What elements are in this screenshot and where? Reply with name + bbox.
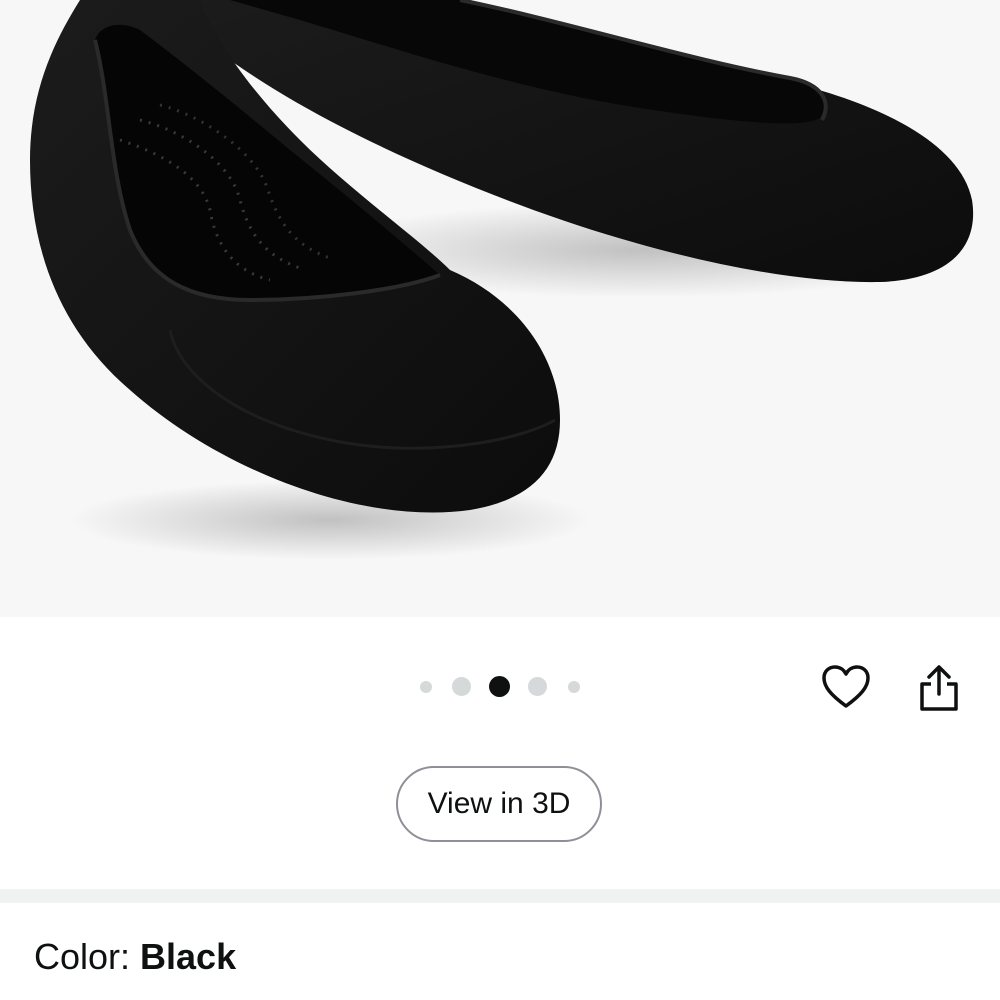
pagination-dot[interactable] [452, 677, 471, 696]
product-image[interactable] [0, 0, 1000, 617]
view-in-3d-label: View in 3D [427, 787, 571, 820]
wishlist-button[interactable] [818, 660, 874, 714]
pagination-dot[interactable] [568, 681, 580, 693]
share-icon [920, 665, 958, 711]
color-label: Color: [34, 936, 141, 977]
color-selection-label: Color: Black [34, 932, 236, 982]
pagination-dot-active[interactable] [489, 676, 510, 697]
shoe-illustration [30, 0, 974, 560]
color-value: Black [140, 936, 237, 977]
view-in-3d-button[interactable]: View in 3D [396, 766, 602, 842]
gallery-controls [0, 617, 1000, 889]
pagination-dot[interactable] [528, 677, 547, 696]
pagination-dot[interactable] [420, 681, 432, 693]
heart-icon [822, 665, 870, 708]
share-button[interactable] [912, 660, 966, 716]
section-divider [0, 889, 1000, 903]
